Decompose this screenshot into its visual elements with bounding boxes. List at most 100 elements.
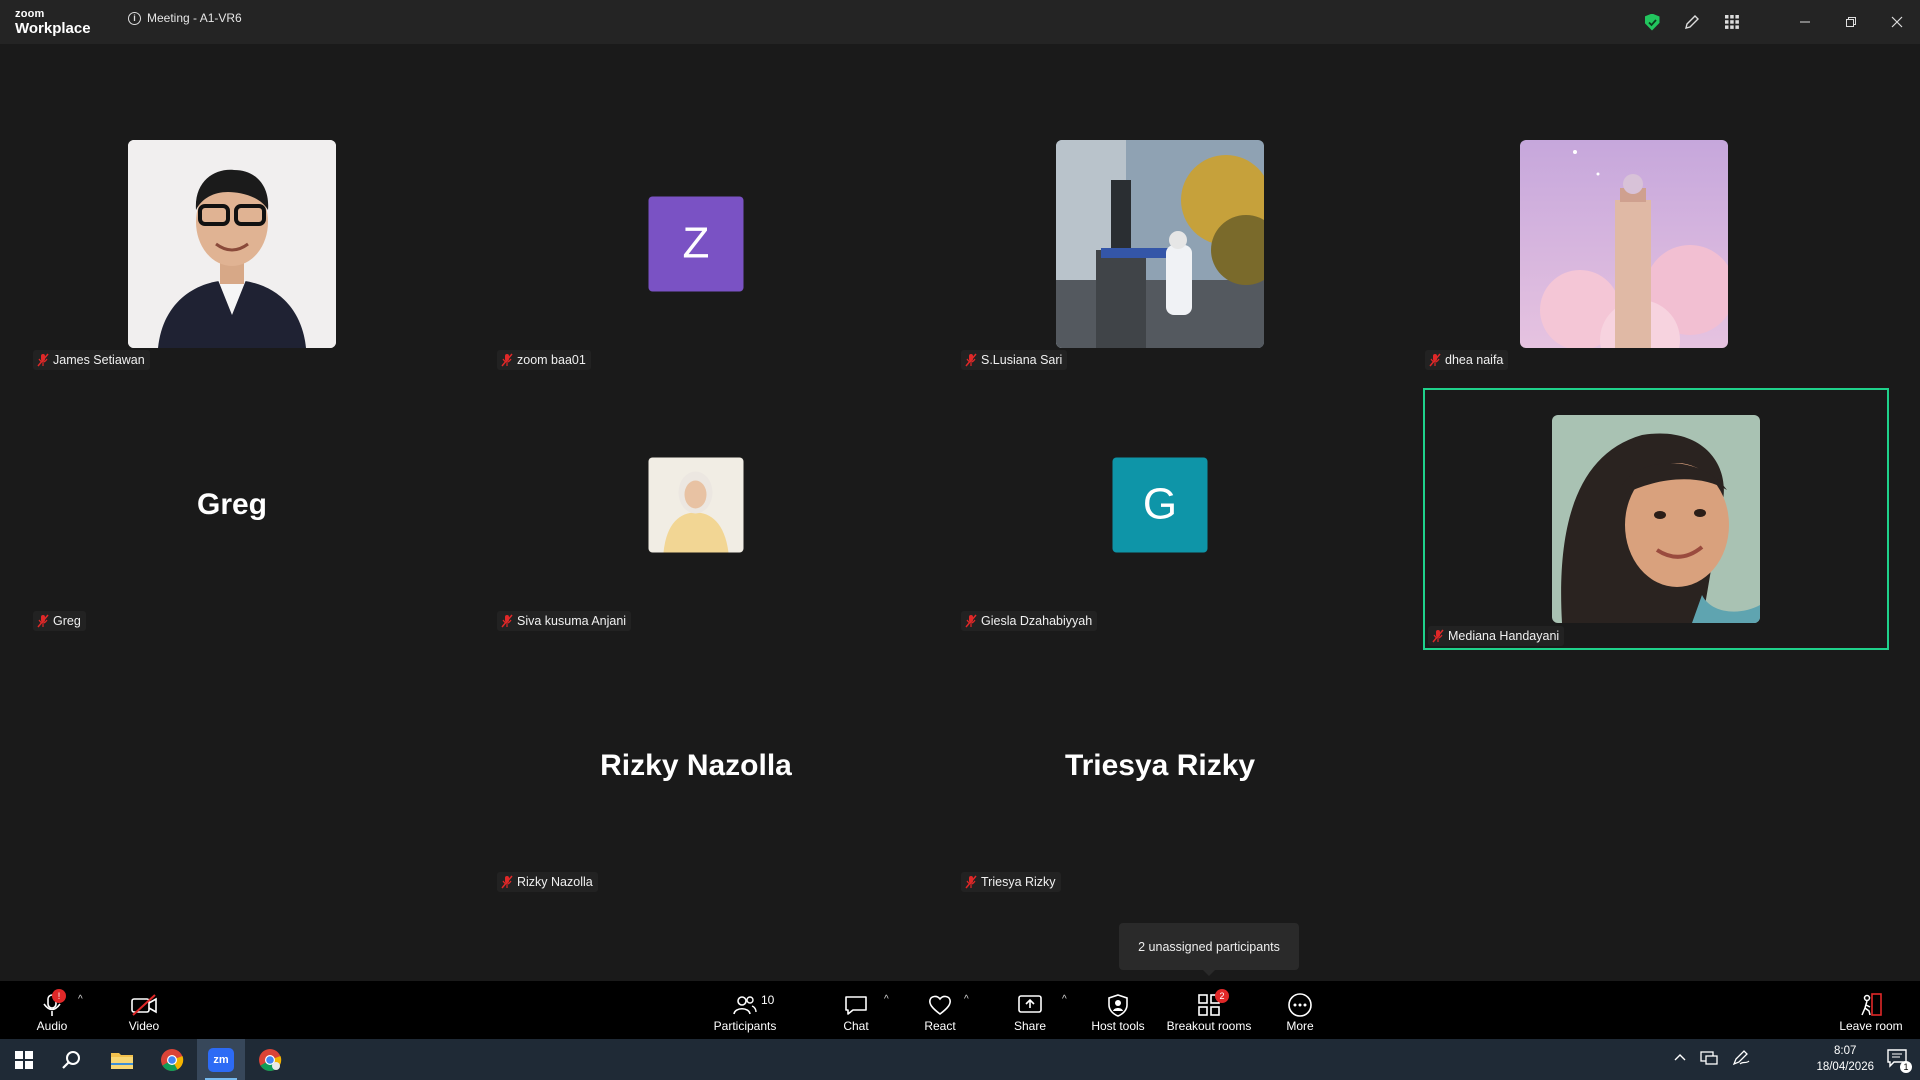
muted-mic-icon xyxy=(964,875,978,889)
participant-name: Greg xyxy=(53,614,81,628)
participant-name-tag: zoom baa01 xyxy=(497,350,591,370)
clock-time: 8:07 xyxy=(1834,1045,1857,1057)
leave-room-button[interactable]: Leave room xyxy=(1836,981,1906,1039)
host-tools-button[interactable]: Host tools xyxy=(1086,981,1150,1039)
hidden-icons-chevron-icon[interactable] xyxy=(1674,1052,1686,1064)
share-screen-icon xyxy=(1017,991,1043,1019)
participant-photo xyxy=(1552,415,1760,623)
participant-photo xyxy=(1520,139,1728,348)
apps-grid-icon[interactable] xyxy=(1712,0,1752,44)
chrome-profile-icon[interactable] xyxy=(246,1039,294,1080)
video-off-icon xyxy=(130,991,158,1019)
meeting-title: Meeting - A1-VR6 xyxy=(147,11,242,25)
system-clock[interactable]: 8:07 18/04/2026 xyxy=(1816,1043,1874,1075)
participant-name: Mediana Handayani xyxy=(1448,629,1560,643)
audio-label: Audio xyxy=(36,1019,68,1033)
muted-mic-icon xyxy=(1428,353,1442,367)
participant-tile[interactable]: Z zoom baa01 xyxy=(464,113,928,374)
participant-name: dhea naifa xyxy=(1445,353,1504,367)
participant-tile[interactable]: Greg Greg xyxy=(0,374,464,635)
muted-mic-icon xyxy=(36,353,50,367)
participant-tile[interactable]: G Giesla Dzahabiyyah xyxy=(928,374,1392,635)
chat-label: Chat xyxy=(843,1019,869,1033)
participants-count: 10 xyxy=(761,993,775,1007)
windows-start-icon[interactable] xyxy=(0,1039,48,1080)
react-button[interactable]: React xyxy=(918,981,962,1039)
participant-tile[interactable]: dhea naifa xyxy=(1392,113,1856,374)
logo-line-1: zoom xyxy=(15,8,45,20)
participant-name: zoom baa01 xyxy=(517,353,586,367)
meeting-info[interactable]: i Meeting - A1-VR6 xyxy=(128,11,242,25)
title-bar: zoom Workplace i Meeting - A1-VR6 xyxy=(0,0,1920,44)
participant-tile[interactable]: S.Lusiana Sari xyxy=(928,113,1392,374)
participant-photo xyxy=(128,139,336,348)
video-button[interactable]: Video xyxy=(120,981,168,1039)
notifications-icon[interactable]: 1 xyxy=(1886,1048,1912,1073)
participant-display-name: Rizky Nazolla xyxy=(600,748,792,782)
more-button[interactable]: More xyxy=(1280,981,1320,1039)
meeting-toolbar: ! Audio ^ Video 10 Participants Chat ^ R… xyxy=(0,981,1920,1039)
participant-name-tag: Rizky Nazolla xyxy=(497,872,598,892)
participant-photo xyxy=(648,457,744,552)
participant-display-name: Triesya Rizky xyxy=(1064,748,1256,782)
chat-bubble-icon xyxy=(844,991,868,1019)
restore-button[interactable] xyxy=(1828,0,1874,44)
muted-mic-icon xyxy=(500,353,514,367)
participant-tile[interactable]: Siva kusuma Anjani xyxy=(464,374,928,635)
muted-mic-icon xyxy=(36,614,50,628)
participant-name-tag: Giesla Dzahabiyyah xyxy=(961,611,1098,631)
participant-name-tag: dhea naifa xyxy=(1425,350,1509,370)
leave-room-icon xyxy=(1858,991,1884,1019)
active-speaker-tile[interactable]: Mediana Handayani xyxy=(1423,388,1889,650)
breakout-rooms-button[interactable]: 2 Breakout rooms xyxy=(1164,981,1254,1039)
participants-button[interactable]: 10 Participants xyxy=(710,981,780,1039)
participants-icon: 10 xyxy=(733,991,774,1019)
muted-mic-icon xyxy=(500,875,514,889)
participant-name-tag: James Setiawan xyxy=(33,350,150,370)
host-tools-label: Host tools xyxy=(1091,1019,1145,1033)
network-icon[interactable] xyxy=(1700,1050,1718,1066)
file-explorer-icon[interactable] xyxy=(98,1039,146,1080)
security-shield-icon[interactable] xyxy=(1632,0,1672,44)
windows-taskbar: zm 8:07 18/04/2026 1 xyxy=(0,1039,1920,1080)
participant-tile[interactable]: Triesya Rizky Triesya Rizky xyxy=(928,635,1392,896)
breakout-badge: 2 xyxy=(1215,989,1229,1003)
participant-name: Triesya Rizky xyxy=(981,875,1056,889)
participants-label: Participants xyxy=(713,1019,777,1033)
react-options-caret-icon[interactable]: ^ xyxy=(964,994,969,1005)
muted-mic-icon xyxy=(1431,629,1445,643)
info-icon[interactable]: i xyxy=(128,11,141,25)
participant-tile[interactable]: Rizky Nazolla Rizky Nazolla xyxy=(464,635,928,896)
microphone-icon: ! xyxy=(42,989,66,1019)
participant-photo xyxy=(1056,139,1264,348)
participant-name-tag: Mediana Handayani xyxy=(1428,626,1565,646)
annotate-pencil-icon[interactable] xyxy=(1672,0,1712,44)
audio-warning-badge: ! xyxy=(52,989,66,1003)
logo-line-2: Workplace xyxy=(15,20,91,37)
minimize-button[interactable] xyxy=(1782,0,1828,44)
video-gallery: James Setiawan Z zoom baa01 S.Lusiana Sa… xyxy=(0,44,1920,981)
participant-tile[interactable]: James Setiawan xyxy=(0,113,464,374)
zoom-workplace-logo: zoom Workplace xyxy=(15,8,91,37)
search-icon[interactable] xyxy=(48,1039,96,1080)
share-label: Share xyxy=(1013,1019,1047,1033)
participant-name: Rizky Nazolla xyxy=(517,875,593,889)
participant-name: James Setiawan xyxy=(53,353,145,367)
audio-options-caret-icon[interactable]: ^ xyxy=(78,994,83,1005)
pen-input-icon[interactable] xyxy=(1732,1050,1750,1066)
muted-mic-icon xyxy=(964,353,978,367)
chrome-icon[interactable] xyxy=(148,1039,196,1080)
chat-options-caret-icon[interactable]: ^ xyxy=(884,994,889,1005)
participant-name-tag: Triesya Rizky xyxy=(961,872,1061,892)
share-options-caret-icon[interactable]: ^ xyxy=(1062,994,1067,1005)
breakout-rooms-icon: 2 xyxy=(1197,989,1229,1019)
clock-date: 18/04/2026 xyxy=(1816,1061,1874,1073)
zoom-app-icon[interactable]: zm xyxy=(197,1039,245,1080)
share-button[interactable]: Share xyxy=(1008,981,1052,1039)
close-button[interactable] xyxy=(1874,0,1920,44)
chat-button[interactable]: Chat xyxy=(836,981,876,1039)
participant-name-tag: S.Lusiana Sari xyxy=(961,350,1068,370)
audio-button[interactable]: ! Audio xyxy=(30,981,74,1039)
video-label: Video xyxy=(128,1019,160,1033)
breakout-rooms-label: Breakout rooms xyxy=(1166,1019,1252,1033)
